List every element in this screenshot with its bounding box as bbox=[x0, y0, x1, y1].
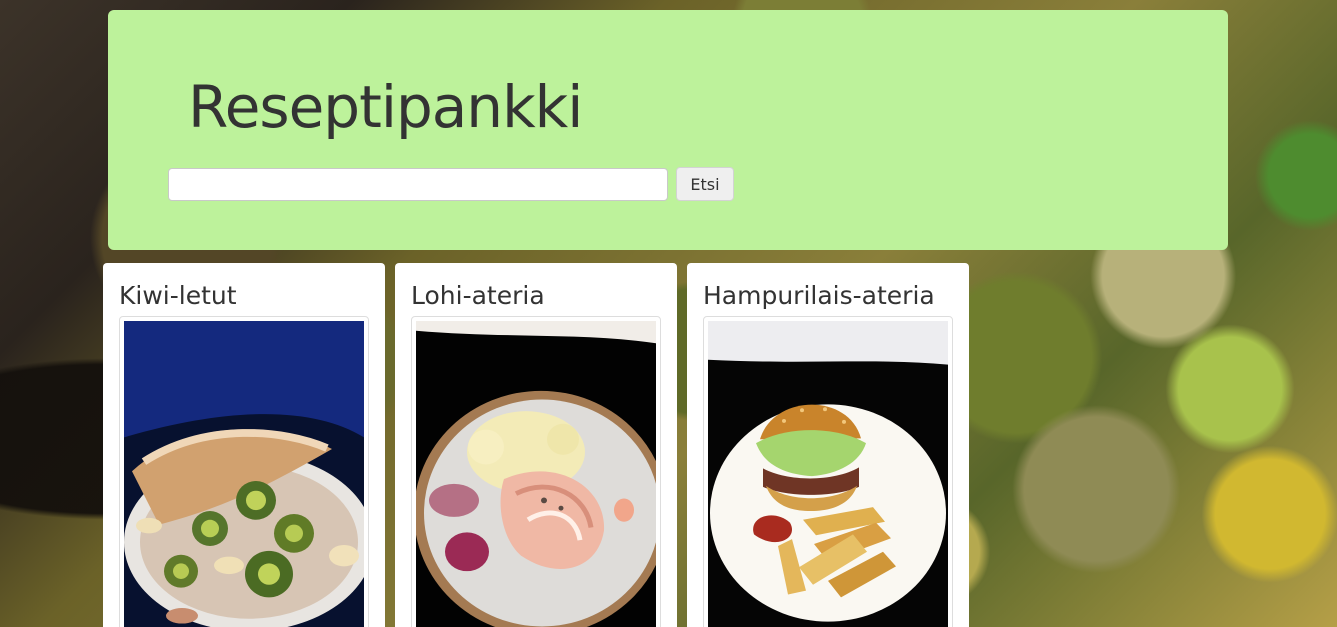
recipe-card-kiwi[interactable]: Kiwi-letut bbox=[103, 263, 385, 627]
recipe-card-title[interactable]: Kiwi-letut bbox=[119, 283, 237, 308]
search-input[interactable] bbox=[168, 167, 668, 201]
header-banner: Reseptipankki Etsi bbox=[108, 10, 1228, 250]
kiwi-pancake-photo bbox=[124, 321, 364, 627]
recipe-photo[interactable] bbox=[411, 316, 661, 627]
search-form: Etsi bbox=[168, 167, 734, 201]
search-button[interactable]: Etsi bbox=[676, 167, 734, 201]
recipe-photo[interactable] bbox=[119, 316, 369, 627]
recipe-card-title[interactable]: Lohi-ateria bbox=[411, 283, 545, 308]
recipe-card-hampurilais[interactable]: Hampurilais-ateria bbox=[687, 263, 969, 627]
salmon-mash-photo bbox=[416, 321, 656, 627]
recipe-card-title[interactable]: Hampurilais-ateria bbox=[703, 283, 935, 308]
recipe-card-lohi[interactable]: Lohi-ateria bbox=[395, 263, 677, 627]
recipe-photo[interactable] bbox=[703, 316, 953, 627]
burger-fries-photo bbox=[708, 321, 948, 627]
site-title: Reseptipankki bbox=[188, 73, 583, 141]
